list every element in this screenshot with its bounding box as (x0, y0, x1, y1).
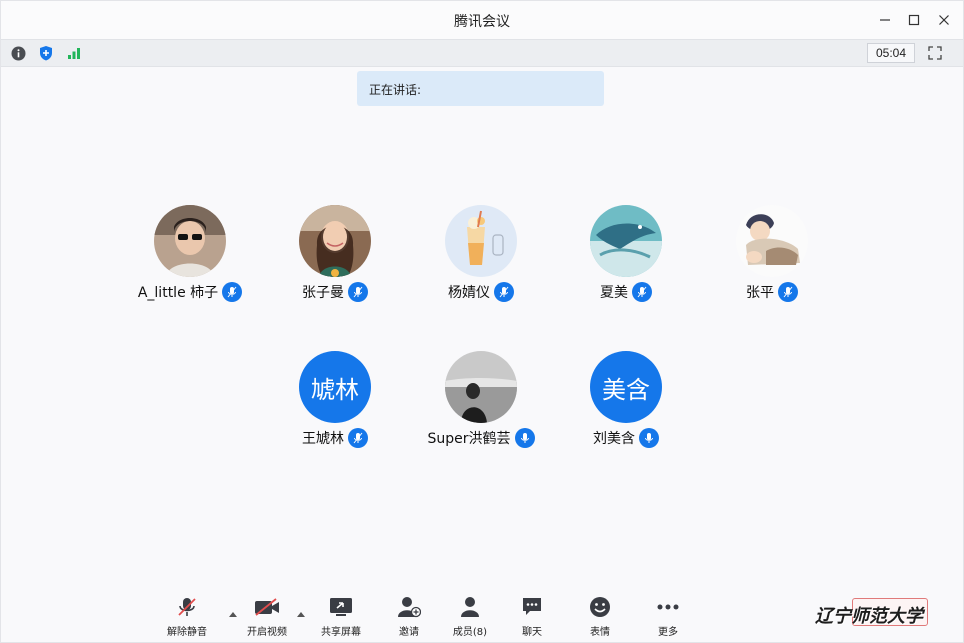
participant-name: 张平 (746, 285, 774, 301)
participant-name: 杨婧仪 (448, 285, 490, 301)
watermark: 辽宁师范大学 (815, 606, 923, 627)
participant-tile[interactable]: 杨婧仪 (406, 205, 556, 315)
more-button[interactable]: 更多 (638, 595, 698, 639)
maximize-button[interactable] (903, 9, 925, 31)
signal-icon (68, 48, 80, 59)
chat-button[interactable]: 聊天 (502, 595, 562, 639)
caret-up-icon (297, 612, 305, 617)
close-button[interactable] (933, 9, 955, 31)
fullscreen-button[interactable] (927, 45, 943, 61)
meeting-timer: 05:04 (867, 43, 915, 63)
participant-name: 夏美 (600, 285, 628, 301)
emoji-label: 表情 (590, 627, 610, 638)
info-icon (11, 46, 25, 60)
mic-icon[interactable] (639, 428, 659, 448)
minimize-button[interactable] (874, 9, 896, 31)
avatar (154, 205, 226, 277)
minimize-icon (880, 19, 890, 21)
share-screen-button[interactable]: 共享屏幕 (311, 595, 371, 639)
shield-icon (40, 46, 52, 61)
avatar (445, 351, 517, 423)
avatar (590, 205, 662, 277)
invite-icon (397, 595, 421, 619)
participant-tile[interactable]: Super洪鹤芸 (406, 351, 556, 461)
mic-muted-icon (176, 595, 198, 619)
mic-icon[interactable] (778, 282, 798, 302)
invite-label: 邀请 (399, 627, 419, 638)
meeting-window: 腾讯会议 05:04 正在讲话: A_little 柿子 张子曼 杨婧仪 夏美 … (0, 0, 964, 643)
share-screen-icon (329, 595, 353, 619)
more-label: 更多 (658, 627, 678, 638)
mic-icon[interactable] (222, 282, 243, 302)
more-icon (656, 595, 680, 619)
title-bar: 腾讯会议 (1, 1, 963, 39)
emoji-icon (589, 595, 611, 619)
close-icon (939, 15, 949, 25)
mic-icon[interactable] (348, 282, 368, 302)
participant-name: Super洪鹤芸 (427, 431, 511, 447)
maximize-icon (908, 14, 920, 26)
participant-name: A_little 柿子 (137, 285, 219, 301)
unmute-button[interactable]: 解除静音 (157, 595, 217, 639)
avatar: 美含 (590, 351, 662, 423)
meeting-info-button[interactable] (10, 45, 26, 61)
avatar (445, 205, 517, 277)
share-screen-label: 共享屏幕 (321, 627, 361, 638)
avatar (736, 205, 808, 277)
participant-tile[interactable]: 夏美 (551, 205, 701, 315)
avatar (299, 205, 371, 277)
participant-name: 刘美含 (593, 431, 635, 447)
mic-icon[interactable] (494, 282, 514, 302)
participant-tile[interactable]: 张平 (697, 205, 847, 315)
window-title: 腾讯会议 (454, 14, 510, 30)
members-label: 成员(8) (452, 627, 488, 638)
video-options-caret[interactable] (296, 603, 306, 617)
mic-icon[interactable] (348, 428, 368, 448)
start-video-button[interactable]: 开启视频 (237, 595, 297, 639)
participant-tile[interactable]: 美含 刘美含 (551, 351, 701, 461)
mic-icon[interactable] (632, 282, 652, 302)
speaking-indicator: 正在讲话: (357, 71, 604, 106)
camera-off-icon (254, 595, 280, 619)
participant-name: 张子曼 (302, 285, 344, 301)
invite-button[interactable]: 邀请 (379, 595, 439, 639)
chat-icon (521, 595, 543, 619)
members-icon (459, 595, 481, 619)
participant-name: 王虓林 (302, 431, 344, 447)
status-bar: 05:04 (1, 39, 963, 67)
participant-tile[interactable]: 张子曼 (260, 205, 410, 315)
chat-label: 聊天 (522, 627, 542, 638)
fullscreen-icon (928, 46, 942, 60)
emoji-button[interactable]: 表情 (570, 595, 630, 639)
mic-icon[interactable] (514, 428, 535, 448)
unmute-label: 解除静音 (167, 627, 207, 638)
participant-tile[interactable]: 虓林 王虓林 (260, 351, 410, 461)
avatar: 虓林 (299, 351, 371, 423)
network-button[interactable] (66, 45, 82, 61)
members-button[interactable]: 成员(8) (440, 595, 500, 639)
participant-tile[interactable]: A_little 柿子 (115, 205, 265, 315)
security-button[interactable] (38, 45, 54, 61)
start-video-label: 开启视频 (247, 627, 287, 638)
